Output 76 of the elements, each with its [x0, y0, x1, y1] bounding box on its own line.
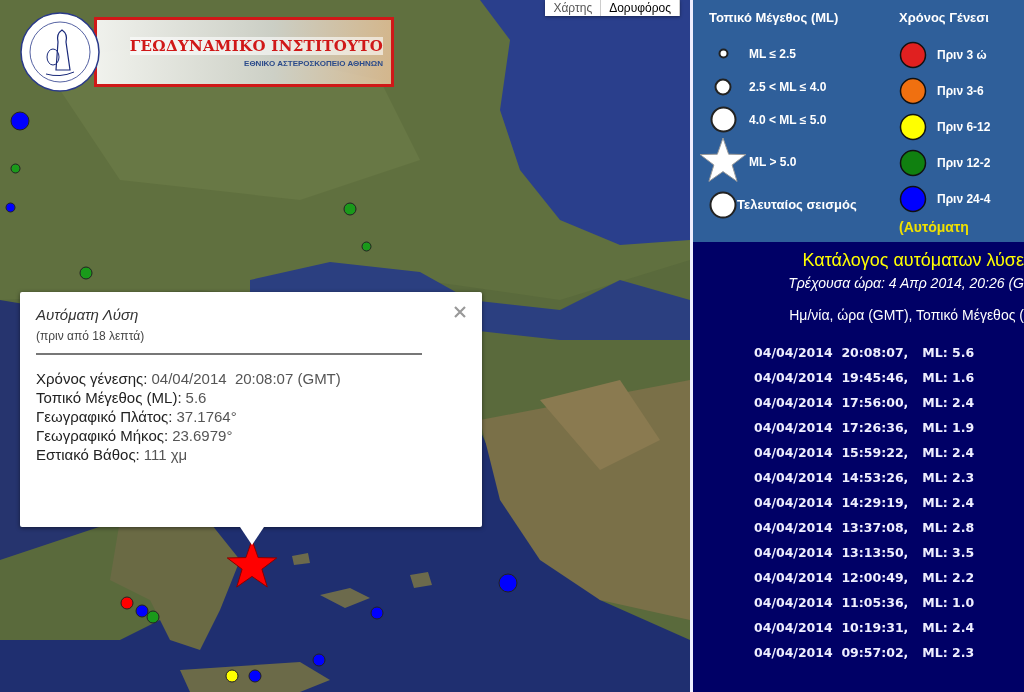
field-value: 04/04/2014 20:08:07 (GMT): [151, 369, 341, 388]
event-magnitude: ML: 1.6: [922, 370, 975, 387]
earthquake-marker[interactable]: [498, 573, 518, 593]
earthquake-marker[interactable]: [79, 266, 93, 280]
close-button[interactable]: [452, 304, 468, 320]
field-value: 37.1764°: [176, 407, 237, 426]
event-magnitude: ML: 1.9: [922, 420, 975, 437]
event-datetime: 04/04/2014 10:19:31,: [754, 620, 909, 637]
legend-label: ML > 5.0: [749, 155, 797, 169]
event-datetime: 04/04/2014 14:53:26,: [754, 470, 909, 487]
logo-subtitle: ΕΘΝΙΚΟ ΑΣΤΕΡΟΣΚΟΠΕΙΟ ΑΘΗΝΩΝ: [244, 58, 383, 68]
field-value: 111 χμ: [143, 445, 188, 464]
event-magnitude: ML: 2.4: [922, 445, 975, 462]
field-label: Εστιακό Βάθος:: [36, 445, 140, 464]
event-datetime: 04/04/2014 11:05:36,: [754, 595, 909, 612]
event-datetime: 04/04/2014 09:57:02,: [754, 645, 909, 662]
event-magnitude: ML: 2.8: [922, 520, 975, 537]
earthquake-marker[interactable]: [312, 653, 326, 667]
earthquake-marker[interactable]: [343, 202, 357, 216]
field-label: Τοπικό Μέγεθος (ML):: [36, 388, 182, 407]
event-magnitude: ML: 2.4: [922, 620, 975, 637]
legend-label: Πριν 3 ώ: [937, 48, 987, 62]
event-datetime: 04/04/2014 19:45:46,: [754, 370, 909, 387]
event-magnitude: ML: 5.6: [922, 345, 975, 362]
earthquake-marker[interactable]: [225, 669, 239, 683]
earthquake-marker[interactable]: [120, 596, 134, 610]
legend-label: 4.0 < ML ≤ 5.0: [749, 112, 827, 127]
field-value: 23.6979°: [172, 426, 233, 445]
event-magnitude: ML: 3.5: [922, 545, 975, 562]
popup-subtitle: (πριν από 18 λεπτά): [36, 329, 146, 343]
event-datetime: 04/04/2014 13:13:50,: [754, 545, 909, 562]
earthquake-marker[interactable]: [10, 163, 20, 173]
event-datetime: 04/04/2014 15:59:22,: [754, 445, 909, 462]
field-value: 5.6: [185, 388, 207, 407]
circle-icon: [709, 190, 737, 219]
event-datetime: 04/04/2014 17:56:00,: [754, 395, 909, 412]
field-label: Γεωγραφικό Μήκος:: [36, 426, 169, 445]
catalog-header: Ημ/νία, ώρα (GMT), Τοπικό Μέγεθος (: [789, 307, 1024, 323]
earthquake-marker[interactable]: [146, 610, 160, 624]
event-magnitude: ML: 2.4: [922, 395, 975, 412]
earthquake-marker[interactable]: [248, 669, 262, 683]
close-icon: [452, 304, 468, 320]
earthquake-marker[interactable]: [370, 606, 384, 620]
field-label: Χρόνος γένεσης:: [36, 369, 148, 388]
event-magnitude: ML: 2.2: [922, 570, 975, 587]
map-type-button[interactable]: Χάρτης: [545, 0, 602, 16]
legend-label: Πριν 3-6: [937, 84, 984, 98]
legend-note: (Αυτόματη: [899, 219, 970, 235]
legend-label: Τελευταίος σεισμός: [737, 197, 857, 212]
legend-label: Πριν 12-2: [937, 156, 991, 170]
logo-title: ΓΕΩΔΥΝΑΜΙΚΟ ΙΝΣΤΙΤΟΥΤΟ: [129, 36, 383, 55]
event-magnitude: ML: 1.0: [922, 595, 975, 612]
legend-title: Τοπικό Μέγεθος (ML): [709, 10, 840, 25]
earthquake-marker[interactable]: [135, 604, 149, 618]
event-datetime: 04/04/2014 13:37:08,: [754, 520, 909, 537]
catalog-title: Κατάλογος αυτόματων λύσε: [802, 250, 1024, 271]
event-datetime: 04/04/2014 20:08:07,: [754, 345, 909, 362]
current-time: Τρέχουσα ώρα: 4 Απρ 2014, 20:26 (G: [788, 275, 1024, 291]
legend-label: Πριν 24-4: [937, 192, 991, 206]
earthquake-marker[interactable]: [5, 202, 15, 212]
map-type-button[interactable]: Δορυφόρος: [601, 0, 680, 16]
popup-title: Αυτόματη Λύση: [36, 306, 139, 323]
earthquake-marker[interactable]: [10, 111, 30, 131]
event-magnitude: ML: 2.3: [922, 645, 975, 662]
earthquake-marker[interactable]: [361, 241, 371, 251]
seal-logo-icon: [20, 12, 100, 92]
event-datetime: 04/04/2014 17:26:36,: [754, 420, 909, 437]
event-magnitude: ML: 2.3: [922, 470, 975, 487]
event-magnitude: ML: 2.4: [922, 495, 975, 512]
legend-label: Πριν 6-12: [937, 120, 991, 134]
legend-label: 2.5 < ML ≤ 4.0: [749, 79, 827, 94]
legend-label: ML ≤ 2.5: [749, 46, 797, 61]
event-datetime: 04/04/2014 14:29:19,: [754, 495, 909, 512]
event-datetime: 04/04/2014 12:00:49,: [754, 570, 909, 587]
field-label: Γεωγραφικό Πλάτος:: [36, 407, 173, 426]
legend-title: Χρόνος Γένεσι: [899, 10, 990, 25]
